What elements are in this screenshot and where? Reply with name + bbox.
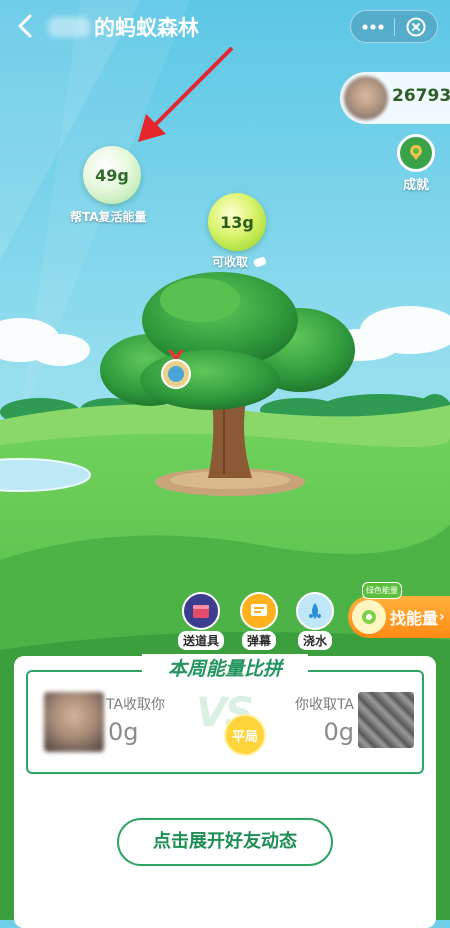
me-collected-label: 你收取TA [294, 697, 354, 713]
collectable-energy-value: 13g [220, 212, 254, 232]
more-dots-icon [361, 23, 384, 30]
energy-hand-icon [352, 600, 386, 634]
weekly-energy-compare: 本周能量比拼 TA收取你 0g VS 平局 你收取TA 0g [26, 654, 424, 774]
barrage-label: 弹幕 [241, 631, 276, 650]
draw-label: 平局 [231, 729, 258, 745]
energy-total-value: 26793g [392, 86, 450, 106]
send-prop-button[interactable]: 送道具 [178, 592, 224, 650]
my-avatar [358, 692, 414, 748]
barrage-icon [240, 592, 278, 630]
medal-icon [161, 350, 191, 389]
energy-total-card[interactable]: 26793g [340, 72, 450, 124]
watermark: Baidu 经验 [337, 888, 432, 908]
achievement-badge-icon [397, 134, 435, 172]
ta-collected-label: TA收取你 [106, 697, 166, 713]
weekly-title-box: 本周能量比拼 [142, 654, 308, 684]
collectable-energy-label: 可收取 [212, 253, 268, 270]
more-button[interactable] [351, 11, 394, 42]
me-collected-value: 0g [323, 718, 354, 746]
mini-program-capsule [350, 10, 438, 43]
weekly-title: 本周能量比拼 [167, 658, 282, 680]
send-prop-label: 送道具 [178, 631, 224, 650]
annotation-arrow [138, 46, 234, 142]
find-energy-label: 找能量 [390, 609, 439, 628]
header-bar: 的蚂蚁森林 [0, 0, 450, 54]
avatar [344, 76, 388, 120]
revive-energy-value: 49g [95, 165, 129, 185]
find-energy-chevron: › [439, 609, 445, 625]
close-circle-icon [406, 17, 425, 36]
title-area: 的蚂蚁森林 [48, 12, 199, 42]
chevron-left-icon [18, 14, 32, 38]
blurred-username [48, 17, 90, 37]
hand-icon [253, 256, 268, 268]
gift-tool-icon [182, 592, 220, 630]
water-label: 浇水 [297, 631, 332, 650]
back-button[interactable] [14, 12, 38, 40]
ta-avatar [44, 692, 104, 752]
close-button[interactable] [394, 11, 437, 42]
achievement-label: 成就 [402, 178, 429, 193]
find-energy-button[interactable]: 绿色能量 找能量 › [348, 582, 450, 638]
draw-badge: 平局 [224, 714, 266, 756]
achievement-button[interactable]: 成就 [391, 134, 441, 194]
expand-friend-feed-button[interactable]: 点击展开好友动态 [117, 818, 333, 866]
page-title: 的蚂蚁森林 [94, 16, 199, 40]
collectable-label-text: 可收取 [212, 255, 249, 269]
ta-collected-value: 0g [108, 718, 139, 746]
revive-energy-label: 帮TA复活能量 [70, 210, 147, 224]
collectable-energy-bubble[interactable]: 13g [208, 193, 266, 251]
water-button[interactable]: 浇水 [292, 592, 338, 650]
revive-energy-bubble[interactable]: 49g [83, 146, 141, 204]
water-icon [296, 592, 334, 630]
barrage-button[interactable]: 弹幕 [236, 592, 282, 650]
green-energy-tag: 绿色能量 [362, 582, 402, 599]
